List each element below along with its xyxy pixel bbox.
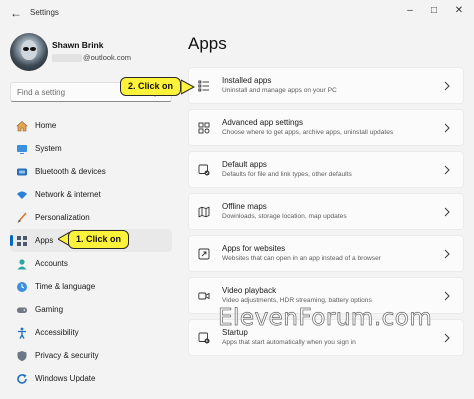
callout-step-2: 2. Click on	[120, 77, 182, 96]
offline-maps-card[interactable]: Offline maps Downloads, storage location…	[188, 193, 464, 230]
callout-step-1: 1. Click on	[68, 230, 130, 249]
card-title: Apps for websites	[222, 244, 286, 253]
card-title: Default apps	[222, 160, 267, 169]
email-redaction	[52, 54, 82, 62]
card-title: Video playback	[222, 286, 277, 295]
active-indicator	[10, 235, 13, 246]
sidebar-nav: Home System Bluetooth & devices Network …	[10, 114, 172, 390]
startup-icon	[198, 332, 210, 344]
sidebar-item-label: Network & internet	[35, 190, 101, 199]
title-bar: ← Settings – □ ✕	[0, 0, 474, 28]
sidebar-item-label: Accessibility	[35, 328, 79, 337]
advanced-settings-icon	[198, 122, 210, 134]
sidebar-item-label: Windows Update	[35, 374, 96, 383]
sidebar-item-label: System	[35, 144, 62, 153]
sidebar-item-personalization[interactable]: Personalization	[10, 206, 172, 229]
sidebar-item-privacy[interactable]: Privacy & security	[10, 344, 172, 367]
monitor-icon	[17, 144, 27, 154]
sidebar-item-label: Privacy & security	[35, 351, 99, 360]
gamepad-icon	[17, 307, 27, 313]
sidebar-item-accounts[interactable]: Accounts	[10, 252, 172, 275]
apps-for-websites-card[interactable]: Apps for websites Websites that can open…	[188, 235, 464, 272]
card-subtitle: Uninstall and manage apps on your PC	[222, 87, 337, 94]
chevron-right-icon	[444, 81, 450, 91]
card-title: Advanced app settings	[222, 118, 303, 127]
card-subtitle: Websites that can open in an app instead…	[222, 255, 381, 262]
sidebar-item-time-language[interactable]: Time & language	[10, 275, 172, 298]
globe-clock-icon	[17, 281, 27, 292]
card-subtitle: Downloads, storage location, map updates	[222, 213, 347, 220]
shield-icon	[17, 350, 27, 361]
default-apps-card[interactable]: Default apps Defaults for file and link …	[188, 151, 464, 188]
maximize-button[interactable]: □	[424, 4, 444, 18]
installed-apps-card[interactable]: Installed apps Uninstall and manage apps…	[188, 67, 464, 104]
sidebar-item-label: Accounts	[35, 259, 68, 268]
sidebar-item-label: Apps	[35, 236, 54, 245]
sidebar-item-system[interactable]: System	[10, 137, 172, 160]
sidebar-item-label: Personalization	[35, 213, 90, 222]
card-title: Installed apps	[222, 76, 272, 85]
person-icon	[17, 258, 27, 269]
chevron-right-icon	[444, 249, 450, 259]
sidebar-item-accessibility[interactable]: Accessibility	[10, 321, 172, 344]
sidebar-item-network[interactable]: Network & internet	[10, 183, 172, 206]
user-name: Shawn Brink	[52, 40, 104, 50]
sidebar-item-label: Gaming	[35, 305, 64, 314]
back-arrow-icon[interactable]: ←	[10, 6, 24, 20]
window-title: Settings	[30, 8, 59, 17]
chevron-right-icon	[444, 291, 450, 301]
close-button[interactable]: ✕	[449, 4, 469, 18]
advanced-app-settings-card[interactable]: Advanced app settings Choose where to ge…	[188, 109, 464, 146]
brush-icon	[17, 211, 27, 223]
page-title: Apps	[188, 34, 227, 53]
accessibility-icon	[18, 327, 26, 339]
sidebar-item-windows-update[interactable]: Windows Update	[10, 367, 172, 390]
map-icon	[198, 206, 210, 218]
apps-icon	[17, 235, 27, 246]
watermark: ElevenForum.com	[218, 305, 433, 332]
chevron-right-icon	[444, 123, 450, 133]
card-subtitle: Choose where to get apps, archive apps, …	[222, 129, 394, 136]
card-title: Offline maps	[222, 202, 267, 211]
sidebar-item-label: Time & language	[35, 282, 96, 291]
sidebar-item-label: Home	[35, 121, 57, 130]
card-subtitle: Defaults for file and link types, other …	[222, 171, 352, 178]
user-email: @outlook.com	[83, 53, 132, 62]
card-subtitle: Apps that start automatically when you s…	[222, 339, 356, 346]
home-icon	[16, 120, 28, 131]
sidebar-item-gaming[interactable]: Gaming	[10, 298, 172, 321]
web-apps-icon	[198, 248, 210, 260]
default-apps-icon	[198, 164, 210, 176]
sidebar-item-label: Bluetooth & devices	[35, 167, 106, 176]
chevron-right-icon	[444, 165, 450, 175]
minimize-button[interactable]: –	[400, 4, 420, 18]
wifi-icon	[17, 191, 27, 199]
avatar[interactable]	[10, 33, 48, 71]
video-icon	[198, 292, 210, 300]
chevron-right-icon	[444, 207, 450, 217]
update-icon	[17, 373, 27, 384]
search-placeholder: Find a setting	[17, 88, 66, 97]
installed-apps-icon	[198, 80, 209, 92]
sidebar-item-home[interactable]: Home	[10, 114, 172, 137]
callout-arrow-icon	[181, 79, 195, 95]
sidebar-item-bluetooth[interactable]: Bluetooth & devices	[10, 160, 172, 183]
card-subtitle: Video adjustments, HDR streaming, batter…	[222, 297, 372, 304]
bluetooth-icon	[17, 168, 27, 175]
chevron-right-icon	[444, 333, 450, 343]
